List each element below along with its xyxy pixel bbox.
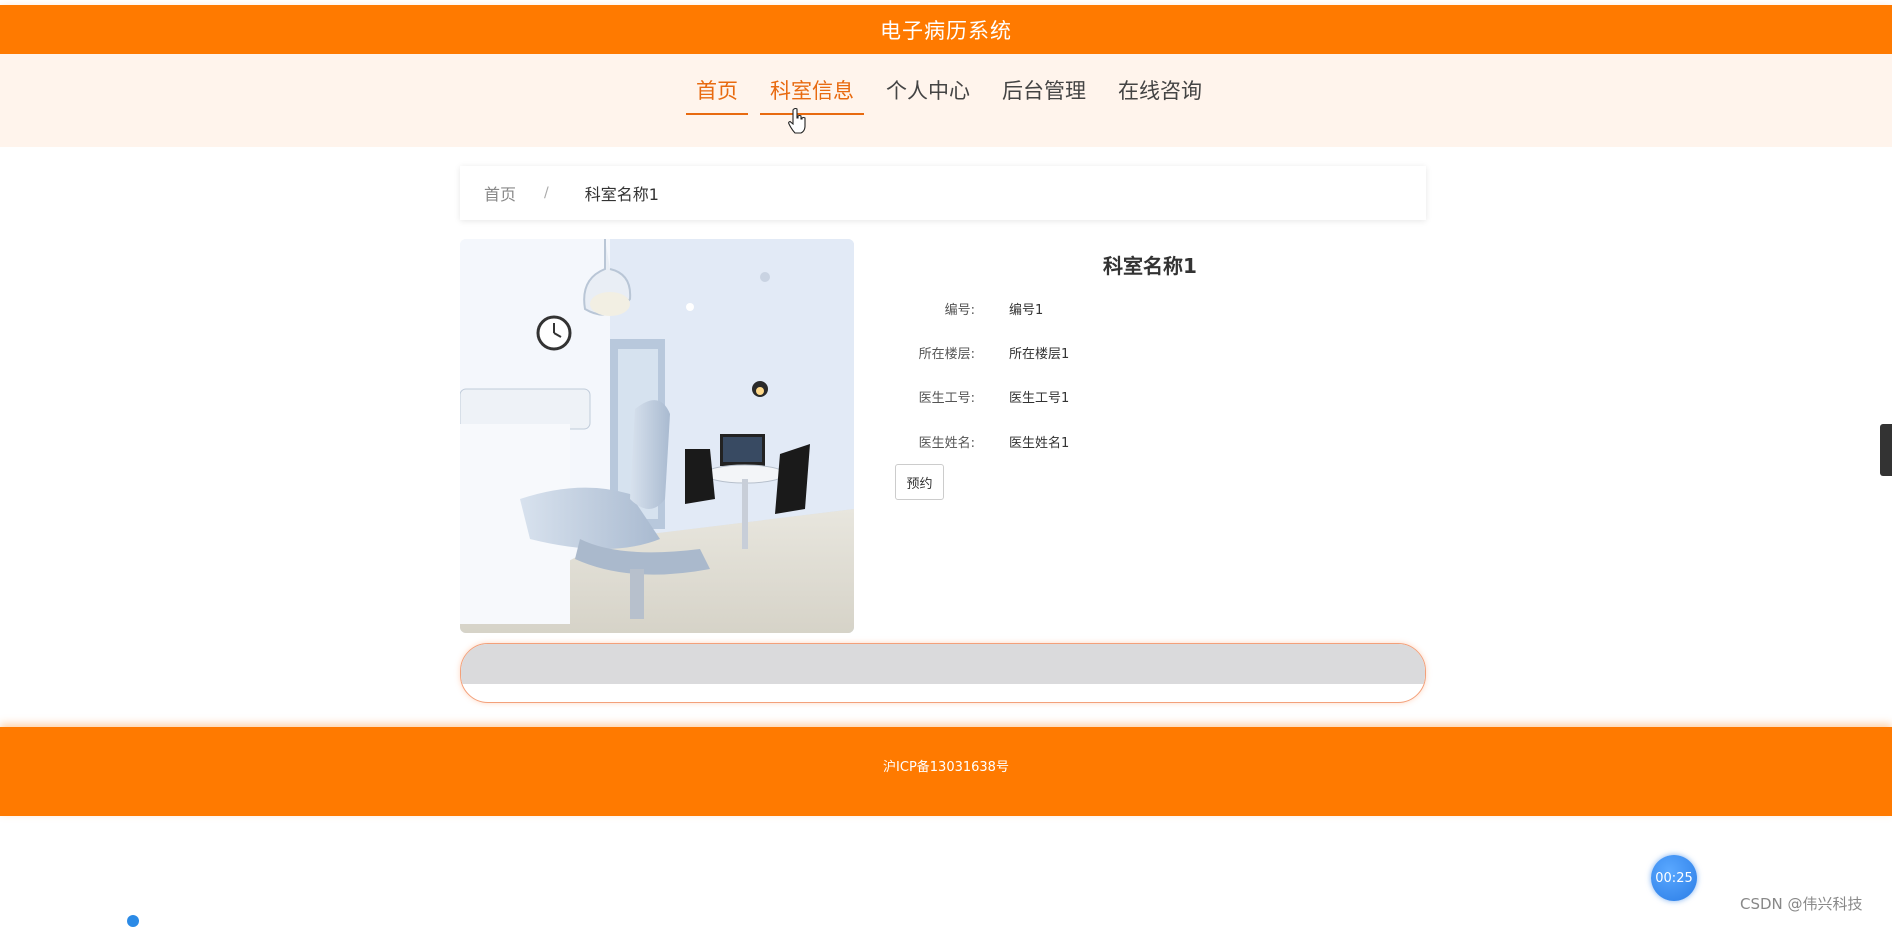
icp-record: 沪ICP备13031638号 [883, 760, 1009, 775]
comment-panel [460, 643, 1426, 703]
field-value-id: 编号1 [1009, 302, 1044, 318]
breadcrumb-home-link[interactable]: 首页 [484, 181, 516, 205]
dental-room-image [460, 239, 854, 633]
department-title: 科室名称1 [1103, 254, 1197, 278]
book-appointment-button[interactable]: 预约 [895, 464, 944, 500]
field-label-doctor-name: 医生姓名: [918, 435, 975, 451]
field-label-doctor-no: 医生工号: [918, 390, 975, 406]
nav-item-online-consult[interactable]: 在线咨询 [1108, 69, 1212, 113]
top-header-bar: 电子病历系统 [0, 5, 1892, 54]
breadcrumb: 首页 / 科室名称1 [460, 166, 1426, 220]
nav-item-home[interactable]: 首页 [686, 69, 748, 115]
recording-timer-badge: 00:25 [1651, 855, 1697, 901]
breadcrumb-current: 科室名称1 [584, 185, 659, 204]
site-title: 电子病历系统 [880, 18, 1012, 43]
breadcrumb-separator: / [544, 185, 549, 201]
side-collapse-tab[interactable] [1880, 424, 1892, 476]
field-label-floor: 所在楼层: [918, 346, 975, 362]
field-row-doctor-name: 医生姓名: 医生姓名1 [880, 430, 1380, 452]
nav-item-personal-center[interactable]: 个人中心 [876, 69, 980, 113]
field-value-floor: 所在楼层1 [1009, 346, 1070, 362]
field-row-id: 编号: 编号1 [880, 297, 1380, 319]
field-row-doctor-no: 医生工号: 医生工号1 [880, 385, 1380, 407]
nav-band: 首页 科室信息 个人中心 后台管理 在线咨询 [0, 54, 1892, 147]
field-value-doctor-no: 医生工号1 [1009, 390, 1070, 406]
department-photo [460, 239, 854, 633]
main-nav: 首页 科室信息 个人中心 后台管理 在线咨询 [0, 54, 1892, 147]
nav-item-admin[interactable]: 后台管理 [992, 69, 1096, 113]
hand-cursor-icon [788, 108, 806, 134]
watermark: CSDN @伟兴科技 [1740, 895, 1863, 913]
nav-item-departments[interactable]: 科室信息 [760, 69, 864, 115]
comment-panel-header [461, 644, 1425, 684]
field-label-id: 编号: [944, 302, 975, 318]
floating-dot-icon [127, 915, 139, 927]
field-row-floor: 所在楼层: 所在楼层1 [880, 341, 1380, 363]
footer: 沪ICP备13031638号 [0, 727, 1892, 816]
field-value-doctor-name: 医生姓名1 [1009, 435, 1070, 451]
